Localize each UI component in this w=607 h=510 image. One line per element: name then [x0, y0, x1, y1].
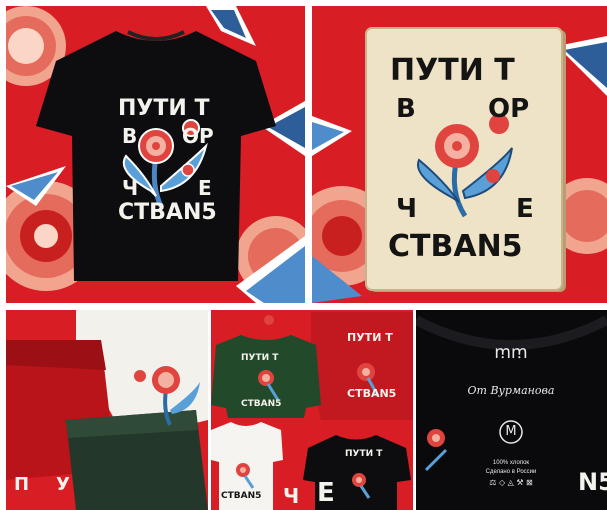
tee-line-4: СТВАN5 [118, 200, 217, 225]
book-line-4: СТВАN5 [388, 229, 523, 264]
green-sweater-line-4: СТВАN5 [241, 399, 282, 409]
tee-line-2b: ОР [182, 124, 214, 148]
book-line-1: ПУТИ Т [390, 53, 515, 88]
book-line-3a: Ч [396, 194, 418, 224]
tee-line-1: ПУТИ Т [118, 96, 210, 121]
green-sweater-line-1: ПУТИ Т [241, 353, 279, 363]
care-icons: ⚖ ◇ ◬ ⚒ ⊠ [489, 478, 533, 487]
red-sweater-line-1: ПУТИ Т [347, 331, 393, 344]
tile-vintage-book: ПУТИ Т В ОР Ч Е СТВАN5 [312, 6, 607, 303]
book-line-2a: В [396, 94, 416, 124]
tile-product-lineup: ПУТИ Т СТВАN5 ПУТИ Т СТВАN5 СТВАN5 ПУТИ … [211, 310, 413, 510]
tile-neck-label: ꭑꭑ От Вурманова M 100% хлопок Сделано в … [416, 310, 607, 510]
tee-line-2a: В [122, 124, 138, 148]
lineup-letter-b: Е [317, 478, 335, 508]
fabric-swatches [6, 310, 208, 510]
white-tee-line-4: СТВАN5 [221, 491, 262, 501]
lineup-letter-a: Ч [283, 484, 300, 508]
size-label: M [505, 424, 517, 439]
edge-letters: N5 [578, 468, 607, 496]
tee-line-3a: Ч [122, 176, 139, 200]
brand-mark: ꭑꭑ [494, 342, 528, 363]
book-line-3b: Е [516, 194, 534, 224]
red-sweater-line-4: СТВАN5 [347, 387, 397, 400]
tile-black-tshirt: ПУТИ Т В ОР Ч Е СТВАN5 [6, 6, 305, 303]
tee-line-3b: Е [198, 176, 212, 200]
fabric-letter-b: У [56, 474, 70, 495]
fabric-letter-a: П [14, 474, 30, 495]
composition: 100% хлопок [492, 460, 530, 466]
signature: От Вурманова [467, 384, 555, 397]
background-flowers [6, 6, 305, 303]
origin: Сделано в России [485, 469, 537, 475]
book-line-2b: ОР [488, 94, 530, 124]
black-tee-line-1: ПУТИ Т [345, 449, 383, 459]
tile-fabric-detail: П У [6, 310, 208, 510]
